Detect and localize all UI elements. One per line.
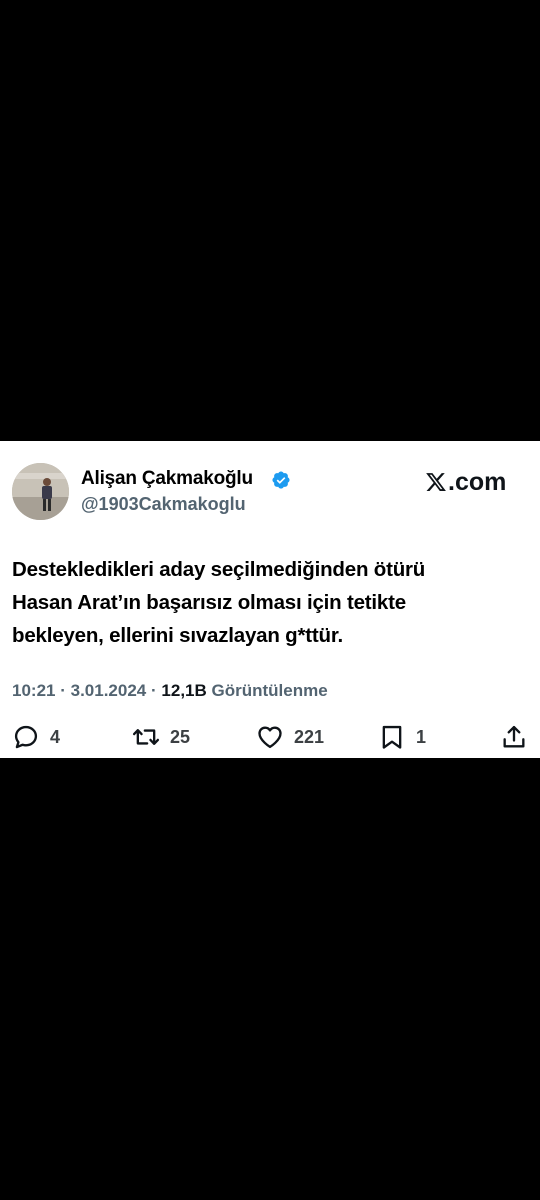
bookmark-icon — [382, 725, 402, 749]
tweet-text-line: Hasan Arat’ın başarısız olması için teti… — [12, 591, 406, 614]
x-logo-icon — [426, 473, 446, 491]
reply-count: 4 — [50, 726, 61, 747]
tweet-text: Destekledikleri aday seçilmediğinden ötü… — [12, 553, 528, 652]
avatar[interactable] — [12, 463, 69, 520]
bookmark-button[interactable]: 1 — [378, 720, 426, 754]
tweet-date[interactable]: 3.01.2024 — [71, 681, 147, 700]
like-button[interactable]: 221 — [256, 720, 324, 754]
action-bar: 4 25 221 1 — [0, 720, 540, 754]
views-label: Görüntülenme — [211, 681, 328, 700]
x-com-brand: .com — [425, 466, 506, 498]
share-button[interactable] — [500, 720, 528, 754]
heart-icon — [258, 726, 282, 749]
meta-separator: · — [60, 681, 66, 700]
brand-domain-text: .com — [448, 467, 507, 496]
tweet-meta: 10:21 · 3.01.2024 · 12,1B Görüntülenme — [12, 681, 328, 701]
verified-badge-icon — [272, 471, 290, 489]
views-count: 12,1B — [161, 681, 207, 700]
author-handle[interactable]: @1903Cakmakoglu — [81, 494, 246, 515]
reply-icon — [14, 725, 38, 749]
like-count: 221 — [294, 726, 325, 747]
retweet-count: 25 — [170, 726, 191, 747]
author-display-name[interactable]: Alişan Çakmakoğlu — [81, 468, 253, 490]
tweet-time[interactable]: 10:21 — [12, 681, 55, 700]
meta-separator: · — [151, 681, 157, 700]
tweet-text-line: Destekledikleri aday seçilmediğinden ötü… — [12, 558, 426, 581]
share-icon — [503, 725, 525, 748]
retweet-icon — [132, 729, 160, 745]
avatar-photo — [12, 463, 69, 520]
reply-button[interactable]: 4 — [12, 720, 60, 754]
bookmark-count: 1 — [416, 726, 427, 747]
tweet-text-line: bekleyen, ellerini sıvazlayan g*ttür. — [12, 624, 344, 647]
retweet-button[interactable]: 25 — [132, 720, 190, 754]
